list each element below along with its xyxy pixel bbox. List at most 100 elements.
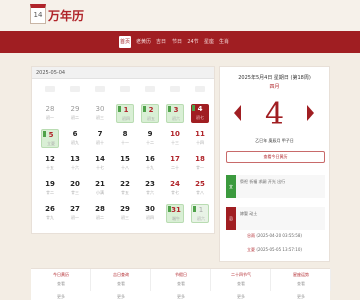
day-number: 3 — [173, 106, 179, 114]
bottom-more-link[interactable]: 更多 — [151, 294, 211, 300]
weekday-header — [145, 86, 155, 92]
lunar-day: 初三 — [96, 115, 104, 120]
lunar-day: 廿九 — [46, 215, 54, 220]
calendar-day[interactable]: 7 初十 — [91, 129, 109, 148]
calendar-logo-icon[interactable]: 14 — [30, 4, 46, 24]
calendar-day[interactable]: 30 初四 — [141, 204, 159, 223]
calendar-day[interactable]: 1 初四 — [116, 104, 134, 123]
bottom-link-title: 二十四节气 — [231, 272, 251, 277]
bottom-more-link[interactable]: 更多 — [211, 294, 271, 300]
day-number: 20 — [70, 180, 80, 188]
lunar-day: 十三 — [171, 140, 179, 145]
calendar-day[interactable]: 18 廿一 — [191, 154, 209, 173]
calendar-day[interactable]: 21 小满 — [91, 179, 109, 198]
calendar-day[interactable]: 3 初六 — [166, 104, 184, 123]
nav-item-5[interactable]: 星座 — [203, 36, 215, 48]
calendar-day[interactable]: 15 十八 — [116, 154, 134, 173]
day-number: 28 — [45, 105, 55, 113]
view-almanac-button[interactable]: 查看今日黄历 — [226, 151, 325, 163]
calendar-day[interactable]: 28 初二 — [91, 204, 109, 223]
calendar-day[interactable]: 9 十二 — [141, 129, 159, 148]
ji-text: 嫁娶 动土 — [240, 211, 258, 216]
day-number: 11 — [195, 130, 205, 138]
calendar-day[interactable]: 25 廿八 — [191, 179, 209, 198]
calendar-day[interactable]: 1 初六 — [191, 204, 209, 223]
day-number: 21 — [95, 180, 105, 188]
nav-item-3[interactable]: 节日 — [171, 36, 183, 48]
bottom-link-title: 今日黄历 — [53, 272, 69, 277]
yi-text: 祭祀 祈福 求嗣 开光 出行 — [240, 179, 286, 184]
lunar-day: 十二 — [146, 140, 154, 145]
bottom-more-link[interactable]: 更多 — [91, 294, 151, 300]
next-day-arrow-icon[interactable] — [307, 105, 314, 121]
lunar-day: 初二 — [71, 115, 79, 120]
calendar-day[interactable]: 29 初二 — [66, 104, 84, 123]
bottom-more-link[interactable]: 更多 — [31, 294, 91, 300]
lunar-day: 初三 — [121, 215, 129, 220]
calendar-day[interactable]: 24 廿七 — [166, 179, 184, 198]
calendar-day[interactable]: 20 廿三 — [66, 179, 84, 198]
bottom-link-1[interactable]: 吉日查询 查看 — [91, 269, 151, 291]
calendar-day[interactable]: 11 十四 — [191, 129, 209, 148]
nav-item-2[interactable]: 吉日 — [155, 36, 167, 48]
lunar-day: 廿七 — [171, 190, 179, 195]
day-number: 2 — [148, 106, 154, 114]
lunar-day: 廿一 — [196, 165, 204, 170]
nav-item-6[interactable]: 生肖 — [218, 36, 230, 48]
lunar-day: 初七 — [196, 115, 204, 120]
bottom-link-3[interactable]: 二十四节气 查看 — [211, 269, 271, 291]
main-nav: 首页 老黄历 吉日 节日 24节 星座 生肖 — [0, 31, 360, 53]
nav-item-0[interactable]: 首页 — [119, 36, 131, 48]
calendar-day[interactable]: 31 端午 — [166, 204, 184, 223]
bottom-link-0[interactable]: 今日黄历 查看 — [31, 269, 91, 291]
day-number: 17 — [170, 155, 180, 163]
lunar-day: 二十 — [171, 165, 179, 170]
calendar-day[interactable]: 28 初一 — [41, 104, 59, 123]
calendar-day[interactable]: 26 廿九 — [41, 204, 59, 223]
nav-item-1[interactable]: 老黄历 — [136, 36, 151, 48]
calendar-day[interactable]: 13 十六 — [66, 154, 84, 173]
bottom-link-2[interactable]: 节假日 查看 — [151, 269, 211, 291]
app-title[interactable]: 万年历 — [48, 7, 84, 24]
calendar-day[interactable]: 16 十九 — [141, 154, 159, 173]
calendar-day[interactable]: 19 廿二 — [41, 179, 59, 198]
calendar-day[interactable]: 12 十五 — [41, 154, 59, 173]
lunar-day: 廿六 — [146, 190, 154, 195]
lunar-day: 十九 — [146, 165, 154, 170]
calendar-day[interactable]: 27 初一 — [66, 204, 84, 223]
lunar-day: 初五 — [147, 116, 155, 121]
bottom-link-4[interactable]: 星座运势 查看 — [271, 269, 331, 291]
calendar-header: 2025-05-04 — [32, 67, 214, 79]
bottom-link-sub: 查看 — [117, 281, 125, 286]
lunar-day: 初一 — [71, 215, 79, 220]
calendar-day[interactable]: 14 十七 — [91, 154, 109, 173]
lunar-day: 十四 — [196, 140, 204, 145]
day-number: 30 — [95, 105, 105, 113]
calendar-day[interactable]: 10 十三 — [166, 129, 184, 148]
calendar-day-today[interactable]: 4 初七 — [191, 104, 209, 123]
calendar-current-date[interactable]: 2025-05-04 — [36, 70, 65, 76]
day-number: 29 — [120, 205, 130, 213]
day-number: 27 — [70, 205, 80, 213]
calendar-day[interactable]: 2 初五 — [141, 104, 159, 123]
day-number: 4 — [197, 105, 203, 113]
calendar-day[interactable]: 17 二十 — [166, 154, 184, 173]
day-number: 22 — [120, 180, 130, 188]
bottom-more-link[interactable]: 更多 — [271, 294, 331, 300]
calendar-day[interactable]: 5 立夏 — [41, 129, 59, 148]
calendar-day[interactable]: 23 廿六 — [141, 179, 159, 198]
lunar-month: 四月 — [269, 84, 280, 90]
calendar-day[interactable]: 29 初三 — [116, 204, 134, 223]
day-number: 12 — [45, 155, 55, 163]
calendar-day[interactable]: 8 十一 — [116, 129, 134, 148]
lunar-day: 廿五 — [121, 190, 129, 195]
day-number: 23 — [145, 180, 155, 188]
day-number: 1 — [198, 206, 204, 214]
prev-term-time: (2025-04-20 03:55:58) — [256, 233, 302, 238]
nav-item-4[interactable]: 24节 — [187, 36, 199, 48]
calendar-day[interactable]: 6 初九 — [66, 129, 84, 148]
bottom-link-sub: 查看 — [297, 281, 305, 286]
calendar-day[interactable]: 22 廿五 — [116, 179, 134, 198]
calendar-day[interactable]: 30 初三 — [91, 104, 109, 123]
day-number: 26 — [45, 205, 55, 213]
